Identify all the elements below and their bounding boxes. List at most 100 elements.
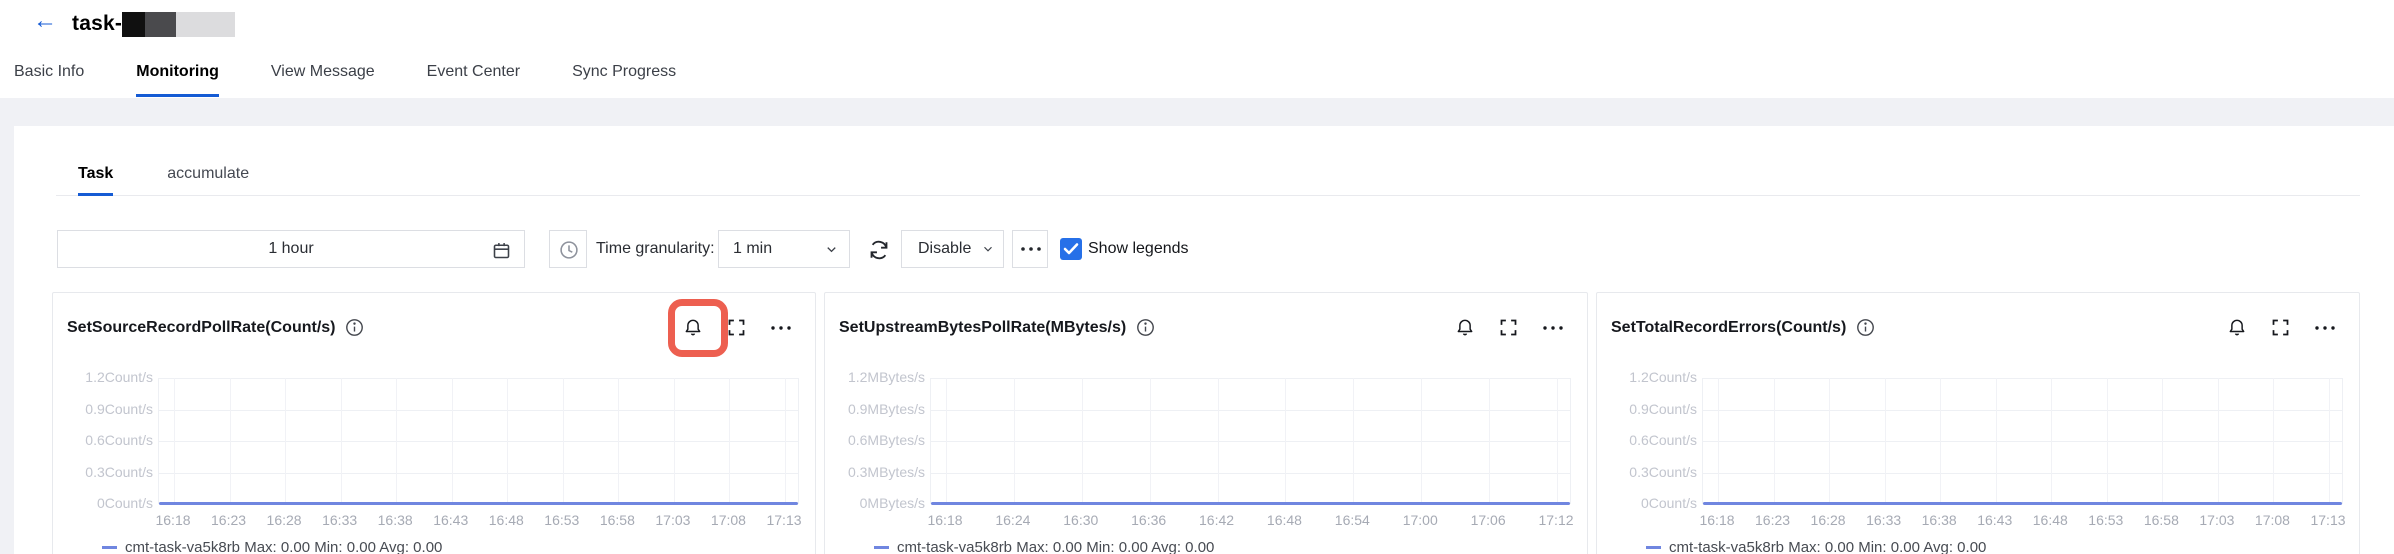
gridline-vertical [285,378,287,504]
card-actions [682,317,792,339]
x-axis-label: 17:12 [1538,512,1574,528]
x-axis-label: 16:33 [322,512,358,528]
time-history-button[interactable] [549,230,587,268]
alarm-bell-button[interactable] [682,317,704,339]
gridline-vertical [1718,378,1719,504]
tab-event-center[interactable]: Event Center [427,50,520,98]
x-axis-label: 16:18 [1699,512,1735,528]
show-legends-checkbox[interactable] [1060,238,1082,260]
time-range-field[interactable]: 1 hour [57,230,525,268]
gridline-horizontal [1703,472,2342,474]
gridline-vertical [1217,378,1219,504]
gridline-vertical [1353,378,1355,504]
redacted-block [145,11,177,37]
chevron-down-icon [981,242,995,261]
x-axis-label: 16:36 [1131,512,1167,528]
legend-label: cmt-task-va5k8rb Max: 0.00 Min: 0.00 Avg… [125,539,443,554]
gridline-vertical [618,378,620,504]
gridline-horizontal [1703,441,2342,442]
info-icon[interactable] [1135,317,1157,339]
card-more-button[interactable] [770,317,792,339]
gridline-vertical [1081,378,1083,504]
gridline-horizontal [931,441,1570,442]
back-button[interactable]: ← [28,6,62,36]
y-axis-label: 0.3MBytes/s [847,463,925,480]
gridline-vertical [1149,378,1151,504]
legend-item[interactable]: cmt-task-va5k8rb Max: 0.00 Min: 0.00 Avg… [874,539,1214,554]
tab-monitoring[interactable]: Monitoring [136,50,219,98]
auto-refresh-value: Disable [918,240,972,257]
gridline-vertical [1421,378,1423,504]
card-more-button[interactable] [1542,317,1564,339]
tab-sync-progress[interactable]: Sync Progress [572,50,676,98]
gridline-horizontal [159,472,798,474]
info-icon[interactable] [1855,317,1877,339]
gridline-vertical [507,378,509,504]
task-title-prefix: task- [72,12,123,35]
y-axis-label: 1.2Count/s [1629,369,1697,385]
ellipsis-icon [1021,247,1041,251]
x-axis-label: 16:24 [995,512,1031,528]
back-arrow-icon: ← [33,7,57,34]
gridline-horizontal [159,441,798,442]
x-axis-label: 16:48 [1266,512,1302,528]
granularity-value: 1 min [733,240,773,257]
subtab-accumulate[interactable]: accumulate [167,152,249,195]
show-legends-label[interactable]: Show legends [1088,230,1189,268]
chart-grid [158,378,799,505]
fullscreen-button[interactable] [1498,317,1520,339]
x-axis-label: 16:30 [1063,512,1099,528]
x-axis-label: 17:00 [1402,512,1438,528]
gridline-vertical [1557,378,1558,504]
fullscreen-button[interactable] [2270,317,2292,339]
toolbar-more-button[interactable] [1012,230,1048,268]
tab-view-message[interactable]: View Message [271,50,375,98]
x-axis-label: 16:54 [1334,512,1370,528]
x-axis-label: 16:18 [927,512,963,528]
x-axis-label: 17:06 [1470,512,1506,528]
x-axis-label: 16:48 [2032,512,2068,528]
x-axis-label: 16:23 [211,512,247,528]
gridline-vertical [2051,378,2053,504]
y-axis-label: 0Count/s [96,495,153,511]
card-actions [2226,317,2336,339]
legend-item[interactable]: cmt-task-va5k8rb Max: 0.00 Min: 0.00 Avg… [102,539,442,554]
y-axis-label: 0MBytes/s [859,495,925,511]
gridline-vertical [396,378,398,504]
y-axis-label: 0.9MBytes/s [847,400,925,417]
chart-title: SetSourceRecordPollRate(Count/s) [67,319,336,336]
x-axis-label: 16:28 [1810,512,1846,528]
legend-label: cmt-task-va5k8rb Max: 0.00 Min: 0.00 Avg… [1669,539,1987,554]
subtab-task[interactable]: Task [78,152,114,196]
x-axis-label: 16:28 [266,512,302,528]
card-header: SetTotalRecordErrors(Count/s) [1611,311,1877,345]
ellipsis-icon [1543,326,1563,330]
gridline-horizontal [1703,378,2342,379]
card-header: SetUpstreamBytesPollRate(MBytes/s) [839,311,1157,345]
alarm-bell-button[interactable] [1454,317,1476,339]
x-axis-label: 16:58 [2143,512,2179,528]
alarm-bell-button[interactable] [2226,317,2248,339]
granularity-select[interactable]: 1 min [718,230,850,268]
refresh-icon [870,240,888,260]
x-axis-label: 17:13 [2310,512,2346,528]
fullscreen-button[interactable] [726,317,748,339]
page-title: task- [72,8,236,40]
y-axis-label: 0.6Count/s [85,432,153,448]
gridline-vertical [1995,378,1997,504]
x-axis-label: 16:58 [599,512,635,528]
tab-basic-info[interactable]: Basic Info [14,50,84,98]
legend-item[interactable]: cmt-task-va5k8rb Max: 0.00 Min: 0.00 Avg… [1646,539,1986,554]
refresh-button[interactable] [866,237,892,263]
chart-title: SetUpstreamBytesPollRate(MBytes/s) [839,319,1127,336]
gridline-horizontal [931,472,1570,474]
auto-refresh-select[interactable]: Disable [901,230,1004,268]
card-more-button[interactable] [2314,317,2336,339]
time-range-value: 1 hour [268,240,314,257]
series-line [1703,502,2342,505]
y-axis-label: 0Count/s [1640,495,1697,511]
chart-card-set-total-record-errors: 1.2Count/s 0.9Count/s 0.6Count/s 0.3Count/s… [1596,292,2360,554]
chart-toolbar: 1 hour Time granularity: 1 min Disable S… [14,230,2394,268]
bell-icon [2229,319,2245,336]
info-icon[interactable] [344,317,366,339]
